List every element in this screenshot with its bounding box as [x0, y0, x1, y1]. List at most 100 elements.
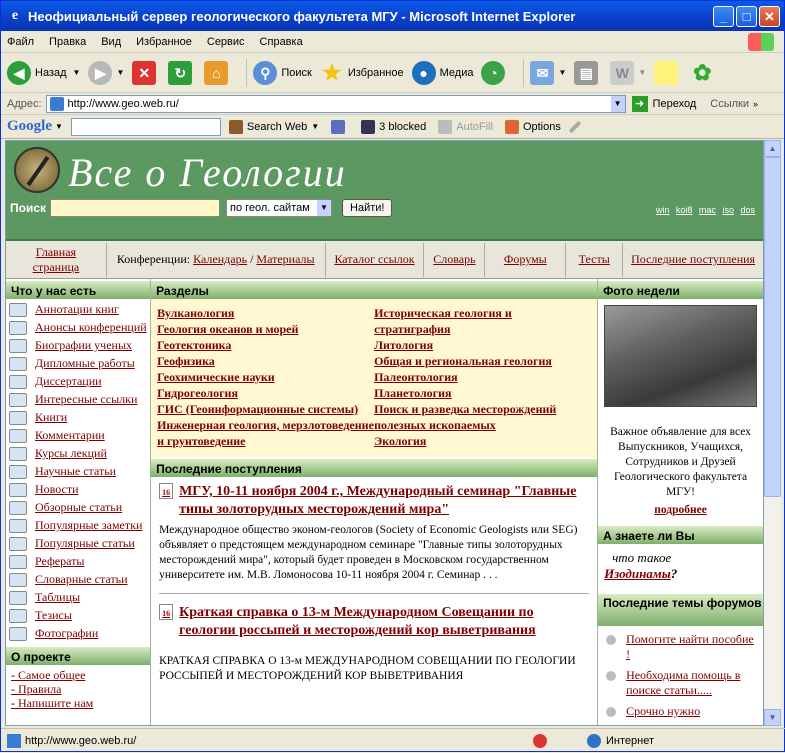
forum-item[interactable]: Срочно нужно: [602, 704, 759, 719]
section-link[interactable]: Общая и региональная геология: [374, 353, 591, 369]
edit-button[interactable]: W ▼: [610, 60, 646, 85]
section-link[interactable]: Планетология: [374, 385, 591, 401]
pencil-button[interactable]: [568, 120, 582, 134]
left-item[interactable]: Новости: [9, 481, 150, 499]
stop-button[interactable]: ✕: [132, 60, 160, 85]
links-label[interactable]: Ссылки: [710, 98, 749, 110]
section-link[interactable]: Палеонтология: [374, 369, 591, 385]
left-item[interactable]: Научные статьи: [9, 463, 150, 481]
menu-file[interactable]: Файл: [7, 36, 34, 48]
left-item[interactable]: Словарные статьи: [9, 571, 150, 589]
nav-catalog[interactable]: Каталог ссылок: [326, 252, 424, 267]
encoding-mac[interactable]: mac: [699, 205, 716, 215]
menu-help[interactable]: Справка: [260, 36, 303, 48]
encoding-dos[interactable]: dos: [740, 205, 755, 215]
go-button[interactable]: ➜ Переход: [631, 95, 696, 112]
left-item[interactable]: Рефераты: [9, 553, 150, 571]
nav-tests[interactable]: Тесты: [566, 252, 622, 267]
search-button[interactable]: ⚲ Поиск: [253, 60, 312, 85]
section-link[interactable]: Геохимические науки: [157, 369, 374, 385]
menu-tools[interactable]: Сервис: [207, 36, 245, 48]
compass-logo-icon[interactable]: [14, 147, 60, 193]
section-link[interactable]: ГИС (Геоинформационные системы): [157, 401, 374, 417]
nav-conf-materials[interactable]: Материалы: [256, 252, 314, 266]
left-item[interactable]: Анонсы конференций: [9, 319, 150, 337]
left-item[interactable]: Популярные статьи: [9, 535, 150, 553]
media-button[interactable]: ● Медиа: [411, 60, 473, 85]
nav-dictionary[interactable]: Словарь: [424, 252, 484, 267]
photo-of-week[interactable]: [604, 305, 757, 407]
section-link[interactable]: Литология: [374, 337, 591, 353]
favorites-button[interactable]: ★ Избранное: [320, 60, 404, 85]
maximize-button[interactable]: □: [736, 5, 757, 27]
popup-blocked-icon[interactable]: [533, 734, 547, 748]
autofill-button[interactable]: AutoFill: [438, 119, 493, 134]
left-item[interactable]: Тезисы: [9, 607, 150, 625]
options-button[interactable]: Options: [504, 119, 561, 134]
site-search-input[interactable]: [50, 199, 221, 217]
left-item[interactable]: Обзорные статьи: [9, 499, 150, 517]
refresh-button[interactable]: ↻: [168, 60, 196, 85]
left-item[interactable]: Биографии ученых: [9, 337, 150, 355]
left-item[interactable]: Диссертации: [9, 373, 150, 391]
forum-item[interactable]: Помогите найти пособие !: [602, 632, 759, 662]
back-button[interactable]: ◀ Назад ▼: [7, 60, 80, 85]
left-item[interactable]: Интересные ссылки: [9, 391, 150, 409]
section-link[interactable]: Геофизика: [157, 353, 374, 369]
nav-latest[interactable]: Последние поступления: [623, 252, 763, 267]
left-item[interactable]: Курсы лекций: [9, 445, 150, 463]
section-link[interactable]: Геология океанов и морей: [157, 321, 374, 337]
section-link[interactable]: Вулканология: [157, 305, 374, 321]
about-item[interactable]: Напишите нам: [11, 696, 145, 710]
about-item[interactable]: Правила: [11, 682, 145, 696]
menu-favorites[interactable]: Избранное: [136, 36, 192, 48]
news-title-link[interactable]: 16 МГУ, 10-11 ноября 2004 г., Международн…: [159, 483, 589, 519]
section-link[interactable]: Экология: [374, 433, 591, 449]
nav-home[interactable]: Главная страница: [6, 245, 106, 275]
google-news-button[interactable]: [331, 119, 349, 134]
minimize-button[interactable]: _: [713, 5, 734, 27]
search-scope-select[interactable]: по геол. сайтам ▼: [226, 199, 333, 217]
print-button[interactable]: ▤: [574, 60, 602, 85]
notes-button[interactable]: [654, 60, 682, 85]
google-search-input[interactable]: [70, 117, 221, 136]
encoding-koi8[interactable]: koi8: [676, 205, 693, 215]
left-item[interactable]: Книги: [9, 409, 150, 427]
section-link[interactable]: Геотектоника: [157, 337, 374, 353]
know-term-link[interactable]: Изодинамы: [604, 566, 671, 581]
links-chevron-icon[interactable]: »: [753, 99, 758, 109]
google-logo[interactable]: Google: [7, 118, 52, 135]
section-link[interactable]: Поиск и разведка месторождений полезных …: [374, 401, 591, 433]
nav-conf-calendar[interactable]: Календарь: [193, 252, 247, 266]
section-link[interactable]: Гидрогеология: [157, 385, 374, 401]
history-button[interactable]: ◔: [481, 60, 509, 85]
left-item[interactable]: Таблицы: [9, 589, 150, 607]
forward-button[interactable]: ▶ ▼: [88, 60, 124, 85]
icq-button[interactable]: ✿: [690, 60, 718, 85]
menu-view[interactable]: Вид: [101, 36, 121, 48]
encoding-iso[interactable]: iso: [722, 205, 734, 215]
scroll-down-icon[interactable]: ▼: [764, 709, 781, 726]
menu-edit[interactable]: Правка: [49, 36, 86, 48]
section-link[interactable]: Инженерная геология, мерзлотоведение и г…: [157, 417, 374, 449]
popup-blocker-button[interactable]: 3 blocked: [361, 119, 426, 134]
vertical-scrollbar[interactable]: ▲ ▼: [764, 140, 781, 726]
site-search-button[interactable]: Найти!: [342, 199, 393, 217]
news-title-link[interactable]: 16 Краткая справка о 13-м Международном С…: [159, 604, 589, 640]
left-item[interactable]: Фотографии: [9, 625, 150, 643]
about-item[interactable]: Самое общее: [11, 668, 145, 682]
nav-forums[interactable]: Форумы: [485, 252, 565, 267]
left-item[interactable]: Популярные заметки: [9, 517, 150, 535]
close-button[interactable]: ✕: [759, 5, 780, 27]
forum-item[interactable]: Необходима помощь в поиске статьи.....: [602, 668, 759, 698]
home-button[interactable]: ⌂: [204, 60, 232, 85]
left-item[interactable]: Аннотации книг: [9, 301, 150, 319]
encoding-win[interactable]: win: [656, 205, 670, 215]
address-input[interactable]: http://www.geo.web.ru/ ▼: [45, 94, 626, 113]
address-dropdown-icon[interactable]: ▼: [610, 95, 625, 112]
google-search-web-button[interactable]: Search Web ▼: [228, 119, 319, 134]
section-link[interactable]: Историческая геология и стратиграфия: [374, 305, 591, 337]
mail-button[interactable]: ✉ ▼: [530, 60, 566, 85]
scroll-thumb[interactable]: [764, 157, 781, 497]
more-link[interactable]: подробнее: [598, 504, 763, 524]
